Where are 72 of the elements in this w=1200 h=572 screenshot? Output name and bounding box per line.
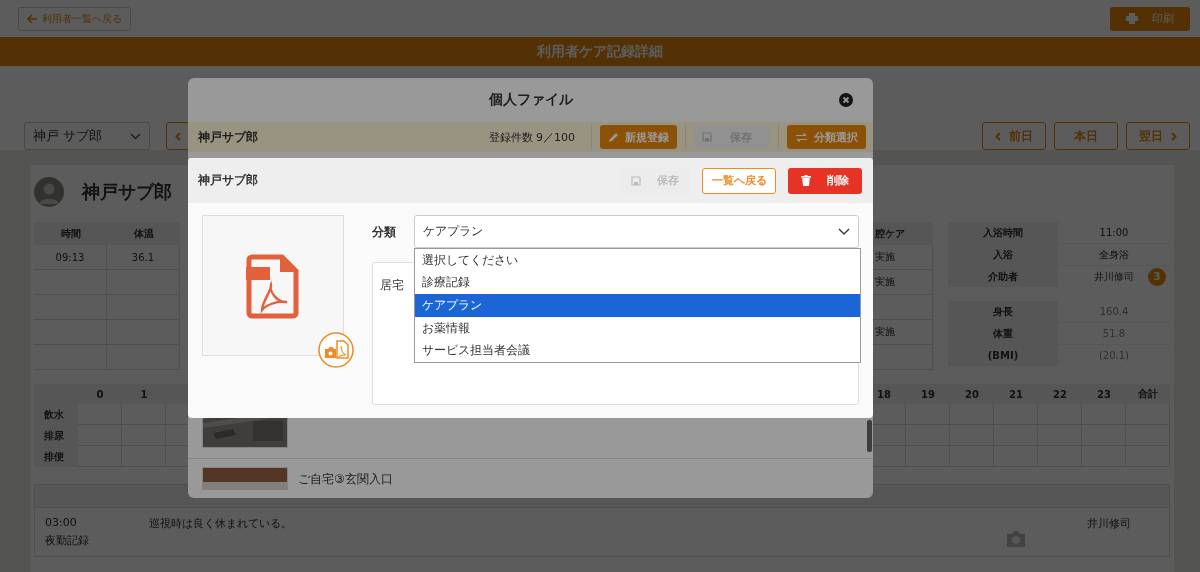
column-header: 腔ケア <box>871 222 933 245</box>
column-header: 時間 <box>34 222 107 245</box>
column-header: 18 <box>876 387 892 402</box>
row-label: 体重 <box>992 326 1014 341</box>
chevron-down-icon <box>838 228 850 235</box>
file-caption[interactable]: ご自宅③玄関入口 <box>298 471 393 488</box>
count-badge: 3 <box>1148 267 1166 286</box>
note-text: 巡視時は良く休まれている。 <box>149 516 293 531</box>
column-header: 19 <box>920 387 936 402</box>
page-title: 利用者ケア記録詳細 <box>0 37 1200 66</box>
dropdown-option[interactable]: 診療記録 <box>415 271 860 295</box>
row-label: 排尿 <box>43 428 65 443</box>
camera-icon[interactable] <box>1005 530 1027 548</box>
pdf-file-icon <box>246 252 300 319</box>
note-type: 夜勤記録 <box>45 533 90 548</box>
category-filter-button[interactable]: 分類選択 <box>787 125 866 149</box>
row-label: 介助者 <box>987 269 1019 284</box>
modal-title: 個人ファイル <box>488 91 573 109</box>
row-label: 入浴時間 <box>982 225 1024 240</box>
camera-pdf-icon[interactable] <box>318 332 354 368</box>
note-time: 03:00 <box>45 516 78 529</box>
column-header: 合計 <box>1137 387 1159 401</box>
category-label: 分類 <box>372 224 397 241</box>
pencil-icon <box>608 131 619 143</box>
new-button[interactable]: 新規登録 <box>600 125 677 149</box>
table-cell: 09:13 <box>34 245 107 270</box>
column-header: 1 <box>139 387 149 402</box>
dropdown-option[interactable]: ケアプラン <box>415 294 860 317</box>
scrollbar-thumb[interactable] <box>867 420 872 452</box>
column-header: 体温 <box>107 222 180 245</box>
chevron-left-icon <box>995 131 1001 141</box>
arrow-left-icon <box>27 13 38 24</box>
back-to-list-button[interactable]: 一覧へ戻る <box>702 167 776 194</box>
delete-button[interactable]: 削除 <box>788 167 862 194</box>
swap-icon <box>795 132 808 142</box>
dropdown-option[interactable]: 選択してください <box>415 249 860 272</box>
floppy-icon <box>631 175 641 186</box>
chevron-down-icon <box>130 132 141 140</box>
column-header: 21 <box>1008 387 1024 402</box>
table-cell: 36.1 <box>107 245 180 270</box>
row-label: (BMI) <box>986 349 1020 363</box>
day-nav-button[interactable]: 本日 <box>1054 122 1118 150</box>
floppy-icon <box>702 132 712 142</box>
column-header: 23 <box>1096 387 1112 402</box>
resident-name: 神戸サブ郎 <box>82 180 172 204</box>
avatar <box>34 177 64 207</box>
print-button[interactable]: 印刷 <box>1110 6 1190 31</box>
table-cell: 全身浴 <box>1099 247 1129 262</box>
row-label: 入浴 <box>992 247 1014 262</box>
staff-name: 井川修司 <box>1087 516 1132 531</box>
dropdown-option[interactable]: お薬情報 <box>415 316 860 340</box>
day-nav-button[interactable]: 翌日 <box>1126 122 1190 150</box>
category-select[interactable]: ケアプラン <box>414 215 859 248</box>
row-label: 身長 <box>992 304 1014 319</box>
row-label: 飲水 <box>43 407 65 422</box>
column-header: 22 <box>1052 387 1068 402</box>
close-icon[interactable] <box>839 93 853 107</box>
chevron-left-icon <box>175 131 181 141</box>
previous-button[interactable] <box>166 122 190 150</box>
column-header: 0 <box>95 387 105 402</box>
dropdown-option[interactable]: サービス担当者会議 <box>415 339 860 362</box>
row-label: 排便 <box>43 449 65 464</box>
resident-name: 神戸サブ郎 <box>198 128 258 146</box>
trash-icon <box>801 175 811 186</box>
table-cell: 11:00 <box>1099 227 1129 238</box>
chevron-right-icon <box>1171 131 1177 141</box>
day-nav-button[interactable]: 前日 <box>982 122 1046 150</box>
record-count: 登録件数 9／100 <box>488 129 575 145</box>
column-header: 20 <box>964 387 980 402</box>
resident-name: 神戸サブ郎 <box>198 172 258 189</box>
table-cell: 井川修司 <box>1094 269 1134 284</box>
resident-select[interactable]: 神戸 サブ郎 <box>24 122 150 150</box>
